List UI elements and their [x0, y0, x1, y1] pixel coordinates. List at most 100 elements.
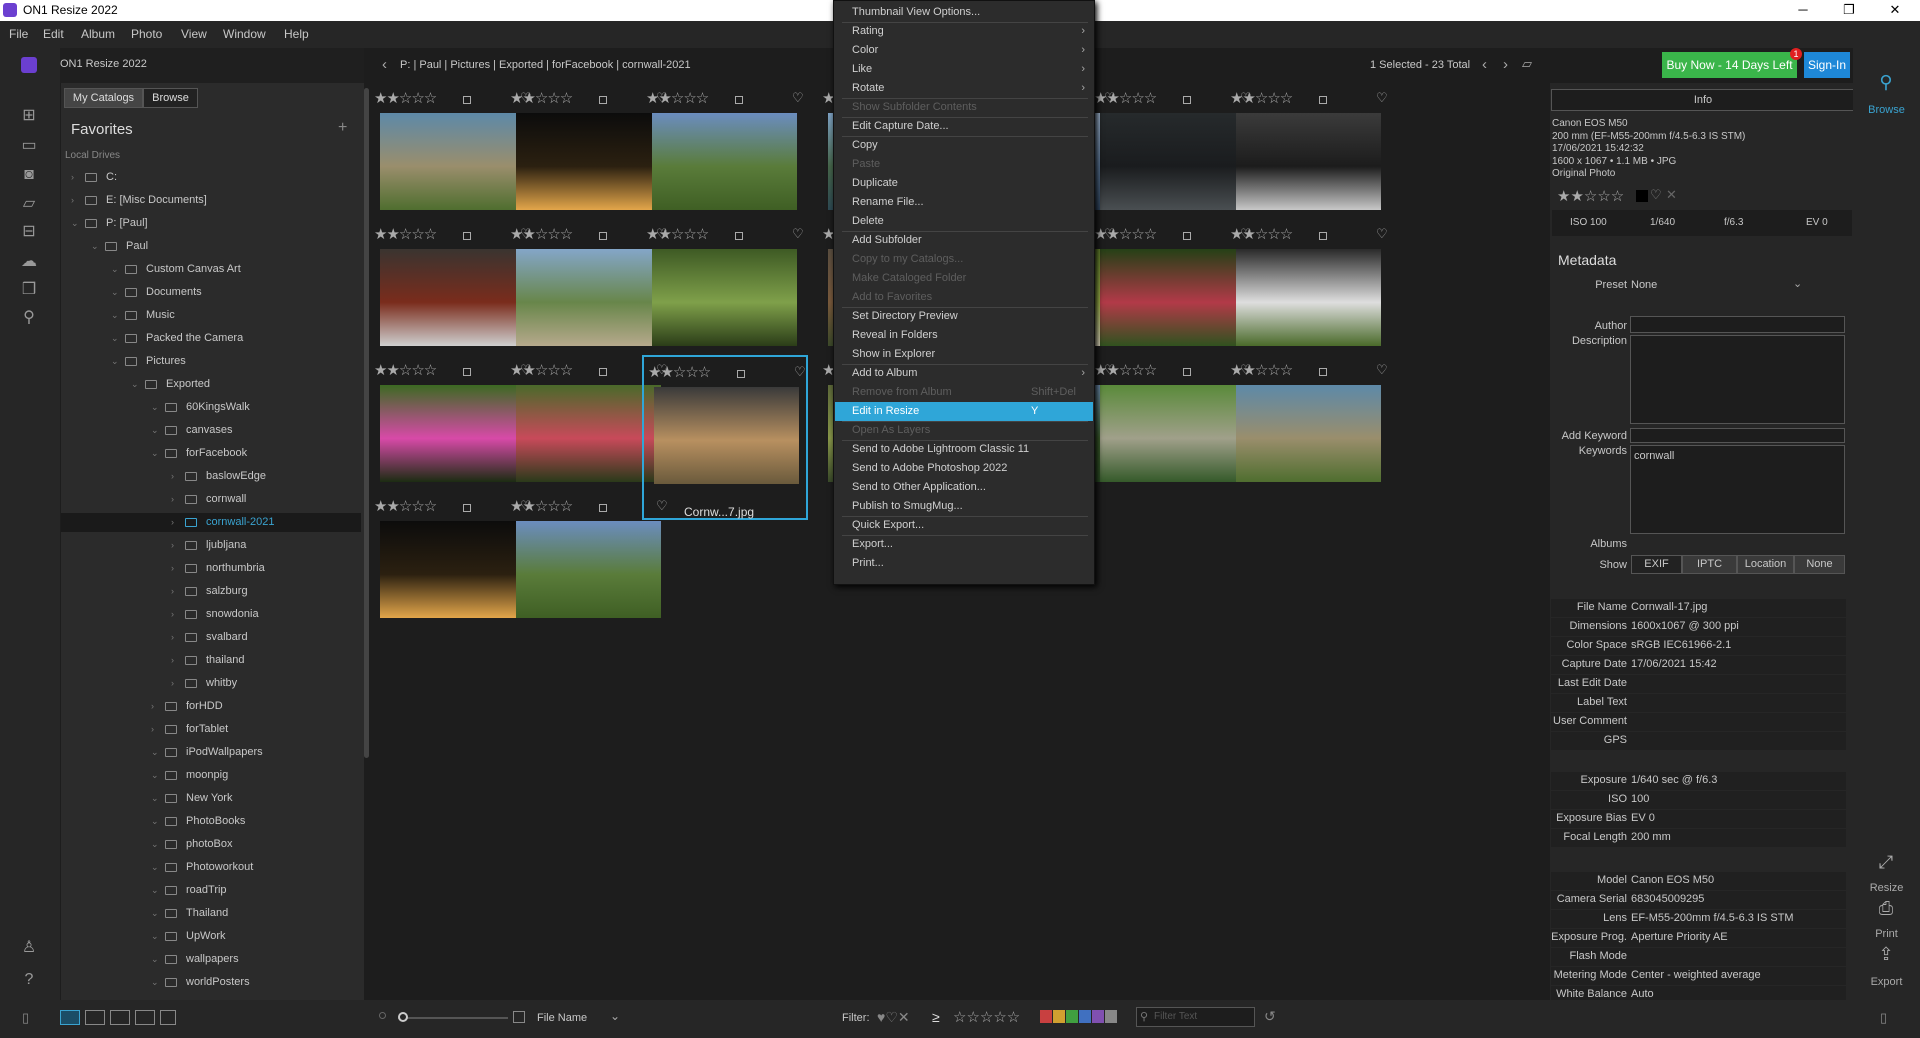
- context-menu-item[interactable]: Edit Capture Date...: [835, 117, 1093, 136]
- info-like-icon[interactable]: ♡: [1650, 187, 1662, 203]
- drive-icon[interactable]: ⊟: [18, 222, 40, 242]
- color-filter-swatch[interactable]: [1053, 1010, 1065, 1023]
- photo-thumbnail[interactable]: [1236, 249, 1381, 346]
- expand-chevron-icon[interactable]: ⌄: [151, 927, 159, 946]
- reset-filter-icon[interactable]: ↺: [1264, 1008, 1276, 1025]
- expand-chevron-icon[interactable]: ⌄: [151, 881, 159, 900]
- author-field[interactable]: [1630, 316, 1845, 333]
- tree-item[interactable]: ⌄ Thailand: [61, 904, 361, 923]
- add-icon[interactable]: ⊞: [18, 106, 40, 126]
- expand-chevron-icon[interactable]: ⌄: [91, 237, 99, 256]
- tree-item[interactable]: › E: [Misc Documents]: [61, 191, 361, 210]
- add-favorite-button[interactable]: +: [338, 119, 347, 137]
- expand-chevron-icon[interactable]: ⌄: [151, 812, 159, 831]
- tree-item[interactable]: ⌄ Music: [61, 306, 361, 325]
- expand-chevron-icon[interactable]: ⌄: [151, 398, 159, 417]
- select-checkbox[interactable]: [1319, 96, 1327, 104]
- select-checkbox[interactable]: [599, 232, 607, 240]
- rating-stars[interactable]: ★★☆☆☆: [646, 225, 709, 243]
- context-menu-item[interactable]: Quick Export...: [835, 516, 1093, 535]
- back-icon[interactable]: ‹: [382, 56, 387, 73]
- photo-cell[interactable]: ★★☆☆☆ ♡: [506, 491, 672, 656]
- photo-thumbnail[interactable]: [654, 387, 799, 484]
- expand-chevron-icon[interactable]: ›: [171, 628, 174, 647]
- add-keyword-field[interactable]: [1630, 428, 1845, 443]
- expand-chevron-icon[interactable]: ⌄: [151, 444, 159, 463]
- tree-item[interactable]: ⌄ iPodWallpapers: [61, 743, 361, 762]
- expand-chevron-icon[interactable]: ⌄: [151, 835, 159, 854]
- tree-item[interactable]: ⌄ roadTrip: [61, 881, 361, 900]
- info-rating[interactable]: ★★☆☆☆: [1557, 187, 1624, 205]
- tree-item[interactable]: ⌄ PhotoBooks: [61, 812, 361, 831]
- tab-browse[interactable]: Browse: [143, 88, 198, 108]
- search-icon[interactable]: ⚲: [18, 308, 40, 328]
- rating-stars[interactable]: ★★☆☆☆: [1230, 225, 1293, 243]
- select-checkbox[interactable]: [735, 96, 743, 104]
- export-tool-icon[interactable]: ⇪: [1872, 944, 1900, 968]
- rating-stars[interactable]: ★★☆☆☆: [646, 89, 709, 107]
- photo-thumbnail[interactable]: [652, 113, 797, 210]
- resize-tool-icon[interactable]: ⤢: [1872, 852, 1900, 876]
- rating-stars[interactable]: ★★☆☆☆: [1094, 225, 1157, 243]
- photo-thumbnail[interactable]: [380, 249, 525, 346]
- resize-tool-label[interactable]: Resize: [1853, 882, 1920, 894]
- context-menu-item[interactable]: Copy: [835, 136, 1093, 155]
- expand-chevron-icon[interactable]: ⌄: [131, 375, 139, 394]
- photo-thumbnail[interactable]: [380, 385, 525, 482]
- photo-cell[interactable]: ★★☆☆☆ ♡: [1226, 355, 1392, 520]
- context-menu-item[interactable]: Send to Other Application...: [835, 478, 1093, 497]
- show-tab-exif[interactable]: EXIF: [1631, 555, 1682, 574]
- rating-stars[interactable]: ★★☆☆☆: [374, 225, 437, 243]
- select-checkbox[interactable]: [463, 96, 471, 104]
- select-checkbox[interactable]: [599, 368, 607, 376]
- select-checkbox[interactable]: [1183, 232, 1191, 240]
- select-checkbox[interactable]: [1183, 368, 1191, 376]
- sort-select[interactable]: File Name: [537, 1012, 587, 1024]
- context-menu-item[interactable]: Add Subfolder: [835, 231, 1093, 250]
- tree-item[interactable]: › cornwall: [61, 490, 361, 509]
- tree-item[interactable]: › forTablet: [61, 720, 361, 739]
- filter-text-input[interactable]: ⚲ Filter Text: [1136, 1007, 1255, 1027]
- metadata-value[interactable]: 1/640 sec @ f/6.3: [1631, 774, 1717, 786]
- expand-chevron-icon[interactable]: ⌄: [151, 789, 159, 808]
- metadata-value[interactable]: sRGB IEC61966-2.1: [1631, 639, 1731, 651]
- rating-stars[interactable]: ★★☆☆☆: [1094, 361, 1157, 379]
- show-tab-none[interactable]: None: [1794, 555, 1845, 574]
- tree-item[interactable]: ⌄ UpWork: [61, 927, 361, 946]
- tree-item[interactable]: ⌄ Custom Canvas Art: [61, 260, 361, 279]
- print-tool-icon[interactable]: ⎙: [1872, 898, 1900, 922]
- expand-chevron-icon[interactable]: ›: [71, 191, 74, 210]
- expand-chevron-icon[interactable]: ⌄: [151, 766, 159, 785]
- context-menu-item[interactable]: Export...: [835, 535, 1093, 554]
- photo-thumbnail[interactable]: [516, 385, 661, 482]
- filter-rating-op-icon[interactable]: ≥: [932, 1009, 940, 1025]
- context-menu-item[interactable]: Publish to SmugMug...: [835, 497, 1093, 516]
- expand-chevron-icon[interactable]: ›: [171, 513, 174, 532]
- albums-icon[interactable]: ❒: [18, 280, 40, 300]
- select-checkbox[interactable]: [599, 96, 607, 104]
- context-menu-item[interactable]: Thumbnail View Options...: [835, 3, 1093, 22]
- rating-stars[interactable]: ★★☆☆☆: [1094, 89, 1157, 107]
- expand-chevron-icon[interactable]: ›: [151, 720, 154, 739]
- expand-chevron-icon[interactable]: ›: [171, 582, 174, 601]
- photo-thumbnail[interactable]: [380, 113, 525, 210]
- description-field[interactable]: [1630, 335, 1845, 424]
- like-heart-icon[interactable]: ♡: [794, 364, 806, 380]
- photo-thumbnail[interactable]: [1100, 113, 1245, 210]
- preset-select[interactable]: None: [1631, 279, 1657, 291]
- expand-chevron-icon[interactable]: ⌄: [151, 973, 159, 992]
- context-menu-item[interactable]: Send to Adobe Photoshop 2022: [835, 459, 1093, 478]
- context-menu-item[interactable]: Rotate ›: [835, 79, 1093, 98]
- rating-stars[interactable]: ★★☆☆☆: [510, 225, 573, 243]
- keywords-field[interactable]: cornwall: [1630, 445, 1845, 534]
- expand-chevron-icon[interactable]: ⌄: [111, 260, 119, 279]
- show-tab-iptc[interactable]: IPTC: [1682, 555, 1737, 574]
- folder-icon[interactable]: ▱: [18, 194, 40, 214]
- menu-photo[interactable]: Photo: [131, 27, 162, 41]
- metadata-value[interactable]: 100: [1631, 793, 1649, 805]
- color-filter-swatch[interactable]: [1092, 1010, 1104, 1023]
- breadcrumb[interactable]: P: | Paul | Pictures | Exported | forFac…: [400, 59, 691, 71]
- context-menu-item[interactable]: Print...: [835, 554, 1093, 573]
- expand-chevron-icon[interactable]: ⌄: [151, 858, 159, 877]
- expand-chevron-icon[interactable]: ›: [171, 674, 174, 693]
